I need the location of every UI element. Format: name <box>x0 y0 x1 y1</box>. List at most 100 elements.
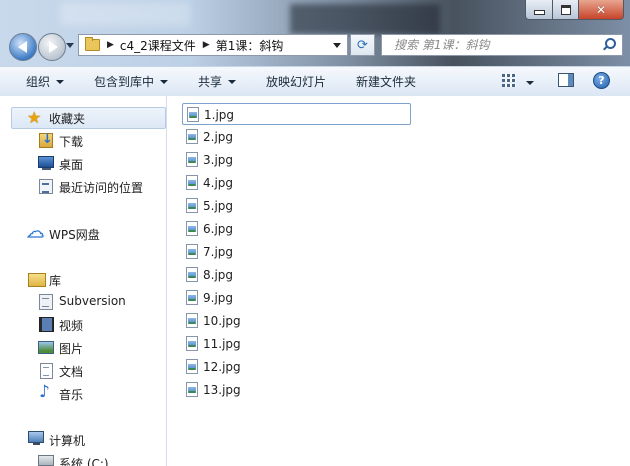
sidebar-item-label: 视频 <box>59 319 84 333</box>
recent-places-icon <box>39 179 53 194</box>
sidebar-item-label: 图片 <box>59 342 84 356</box>
new-folder-button[interactable]: 新建文件夹 <box>356 73 416 90</box>
file-item[interactable]: 2.jpg <box>182 126 411 148</box>
file-item[interactable]: 4.jpg <box>182 172 411 194</box>
sidebar-item-label: 文档 <box>59 365 84 379</box>
file-item[interactable]: 3.jpg <box>182 149 411 171</box>
address-dropdown-icon[interactable] <box>333 42 341 48</box>
sidebar-item-libraries[interactable]: 库 <box>0 268 166 290</box>
file-item[interactable]: 12.jpg <box>182 356 411 378</box>
file-name: 4.jpg <box>203 176 234 190</box>
folder-icon <box>85 37 100 51</box>
chevron-down-icon <box>228 79 237 84</box>
minimize-icon <box>533 10 545 15</box>
sidebar-item-label: WPS网盘 <box>49 228 100 242</box>
file-name: 12.jpg <box>203 360 241 374</box>
preview-pane-icon[interactable] <box>558 73 574 87</box>
view-options-dropdown-icon[interactable] <box>526 81 534 85</box>
file-item[interactable]: 8.jpg <box>182 264 411 286</box>
recent-pages-dropdown-icon[interactable] <box>66 43 74 48</box>
refresh-icon: ⟳ <box>357 37 368 53</box>
back-arrow-icon <box>17 41 27 53</box>
help-icon[interactable]: ? <box>593 72 610 89</box>
file-name: 5.jpg <box>203 199 234 213</box>
search-box[interactable] <box>381 34 623 56</box>
image-file-icon <box>186 244 198 259</box>
maximize-icon <box>560 4 571 15</box>
sidebar-item-label: 下载 <box>59 135 84 149</box>
image-file-icon <box>186 290 198 305</box>
sidebar-item-documents[interactable]: 文档 <box>0 359 166 381</box>
sidebar-item-label: 最近访问的位置 <box>59 181 144 195</box>
file-name: 1.jpg <box>204 108 235 122</box>
image-file-icon <box>186 313 198 328</box>
sidebar-item-computer[interactable]: 计算机 <box>0 428 166 450</box>
share-button[interactable]: 共享 <box>198 73 237 90</box>
command-bar: 组织 包含到库中 共享 放映幻灯片 新建文件夹 <box>0 66 630 97</box>
sidebar-item-music[interactable]: 音乐 <box>0 382 166 404</box>
sidebar-item-favorites[interactable]: 收藏夹 <box>0 107 166 129</box>
file-name: 11.jpg <box>203 337 241 351</box>
file-item[interactable]: 6.jpg <box>182 218 411 240</box>
pictures-library-icon <box>38 341 54 354</box>
organize-label: 组织 <box>26 75 51 89</box>
refresh-button[interactable]: ⟳ <box>350 34 375 56</box>
sidebar-item-pictures[interactable]: 图片 <box>0 336 166 358</box>
search-input[interactable] <box>392 37 596 53</box>
image-file-icon <box>186 336 198 351</box>
file-item[interactable]: 9.jpg <box>182 287 411 309</box>
sidebar-item-label: 计算机 <box>49 434 86 448</box>
sidebar-item-desktop[interactable]: 桌面 <box>0 152 166 174</box>
file-item[interactable]: 7.jpg <box>182 241 411 263</box>
breadcrumb-item-lesson-1[interactable]: 第1课：斜钩 <box>216 37 284 54</box>
library-icon <box>28 273 46 287</box>
file-list: 1.jpg 2.jpg 3.jpg 4.jpg 5.jpg 6.jpg 7.jpg 8.jpg… <box>167 96 630 466</box>
search-icon[interactable] <box>602 38 616 52</box>
file-name: 9.jpg <box>203 291 234 305</box>
file-name: 13.jpg <box>203 383 241 397</box>
image-file-icon <box>186 382 198 397</box>
include-in-library-label: 包含到库中 <box>94 75 155 89</box>
sidebar-item-subversion[interactable]: Subversion <box>0 290 166 312</box>
title-blur-right <box>290 4 440 34</box>
navigation-pane: 收藏夹 下载 桌面 最近访问的位置 WPS网盘 库 Subversion 视频 … <box>0 96 167 466</box>
file-name: 7.jpg <box>203 245 234 259</box>
breadcrumb-separator-icon[interactable]: ▶ <box>107 40 114 50</box>
sidebar-item-label: 库 <box>49 274 62 288</box>
slideshow-button[interactable]: 放映幻灯片 <box>266 73 326 90</box>
address-bar[interactable]: ▶ c4_2课程文件 ▶ 第1课：斜钩 <box>78 34 348 56</box>
change-view-icon[interactable] <box>502 73 516 87</box>
file-name: 2.jpg <box>203 130 234 144</box>
sidebar-item-wps-cloud[interactable]: WPS网盘 <box>0 222 166 244</box>
image-file-icon <box>187 107 199 122</box>
file-item[interactable]: 13.jpg <box>182 379 411 401</box>
sidebar-item-system-c[interactable]: 系统 (C:) <box>0 451 166 466</box>
file-item[interactable]: 11.jpg <box>182 333 411 355</box>
slideshow-label: 放映幻灯片 <box>266 75 327 89</box>
close-button[interactable]: ✕ <box>579 0 624 20</box>
include-in-library-button[interactable]: 包含到库中 <box>94 73 169 90</box>
image-file-icon <box>186 221 198 236</box>
file-item[interactable]: 5.jpg <box>182 195 411 217</box>
file-name: 6.jpg <box>203 222 234 236</box>
breadcrumb-item-course-files[interactable]: c4_2课程文件 <box>120 37 196 54</box>
image-file-icon <box>186 152 198 167</box>
breadcrumb-separator-icon[interactable]: ▶ <box>203 40 210 50</box>
image-file-icon <box>186 198 198 213</box>
back-button[interactable] <box>9 33 37 61</box>
organize-menu-button[interactable]: 组织 <box>26 73 65 90</box>
sidebar-item-downloads[interactable]: 下载 <box>0 129 166 151</box>
sidebar-item-videos[interactable]: 视频 <box>0 313 166 335</box>
file-item[interactable]: 1.jpg <box>182 103 411 125</box>
file-item[interactable]: 10.jpg <box>182 310 411 332</box>
maximize-button[interactable] <box>553 0 579 20</box>
sidebar-item-recent-places[interactable]: 最近访问的位置 <box>0 175 166 197</box>
sidebar-item-label: Subversion <box>59 294 126 308</box>
computer-icon <box>28 431 44 445</box>
documents-library-icon <box>40 363 53 379</box>
minimize-button[interactable] <box>525 0 553 20</box>
window-title-bar: ✕ <box>0 0 630 66</box>
file-name: 3.jpg <box>203 153 234 167</box>
image-file-icon <box>186 359 198 374</box>
forward-button[interactable] <box>38 33 66 61</box>
